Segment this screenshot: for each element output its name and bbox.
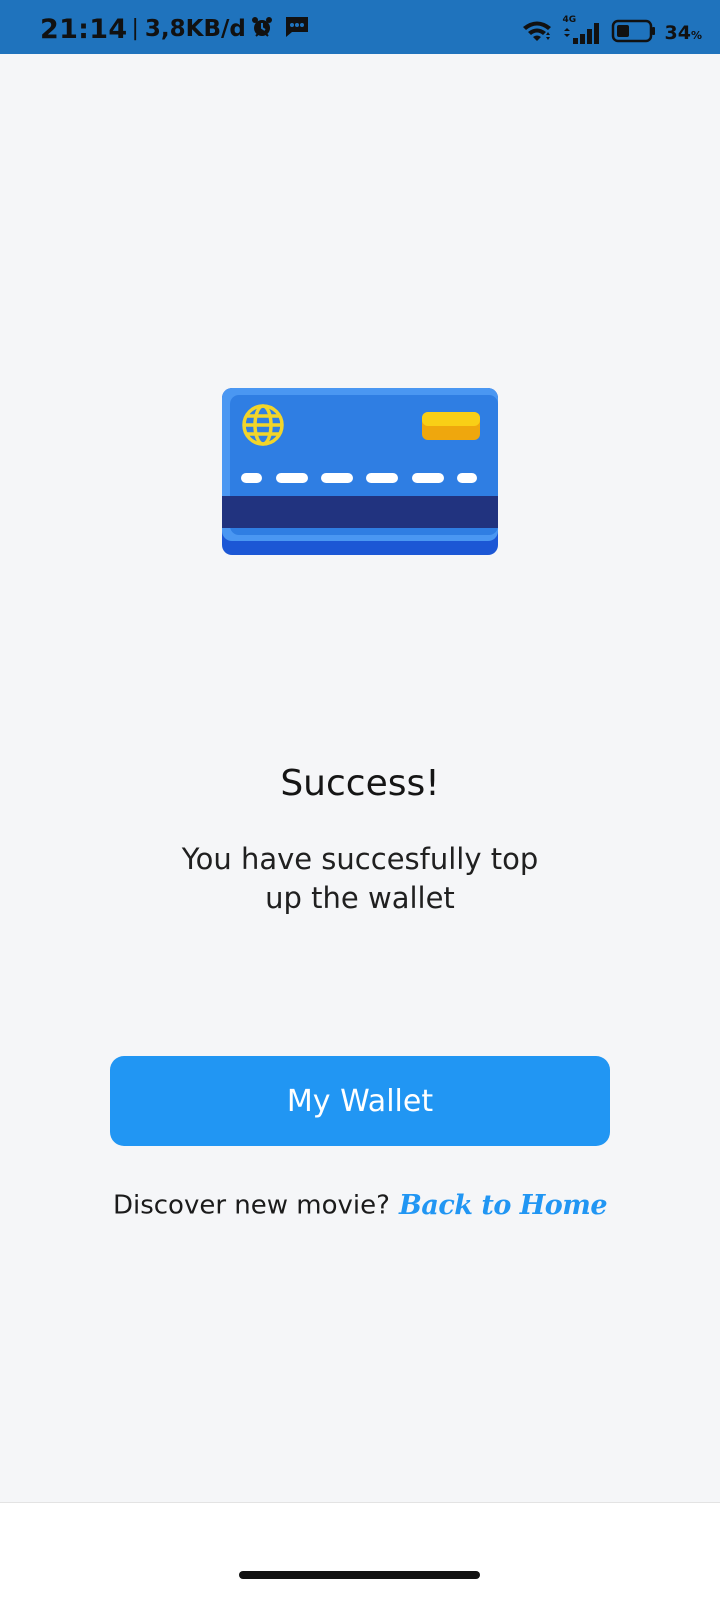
success-message: You have succesfully top up the wallet	[181, 842, 539, 915]
status-right: 4G 34%	[521, 15, 702, 48]
my-wallet-button[interactable]: My Wallet	[110, 1056, 610, 1146]
credit-card-graphic	[222, 388, 498, 555]
discover-prompt: Discover new movie?	[112, 1190, 390, 1221]
status-left: 21:14 | 3,8KB/d	[40, 13, 310, 45]
credit-card-icon	[222, 388, 498, 555]
bottom-system-bar	[0, 1502, 720, 1601]
status-separator: |	[131, 16, 139, 41]
back-to-home-link[interactable]: Back to Home	[399, 1190, 608, 1221]
network-speed: 3,8KB/d	[144, 16, 246, 42]
battery-icon	[611, 19, 657, 47]
home-indicator[interactable]	[239, 1571, 480, 1579]
battery-percent-value: 34	[664, 22, 691, 44]
status-time: 21:14	[40, 13, 128, 45]
success-title: Success!	[280, 763, 440, 804]
battery-percent-unit: %	[690, 29, 702, 42]
status-bar: 21:14 | 3,8KB/d 4G 34%	[0, 0, 720, 54]
wifi-icon	[521, 19, 553, 47]
battery-percent: 34%	[665, 22, 702, 44]
alarm-icon	[250, 15, 274, 43]
message-icon	[284, 15, 310, 43]
signal-icon: 4G	[561, 15, 603, 47]
back-to-home-row: Discover new movie? Back to Home	[0, 1190, 720, 1221]
